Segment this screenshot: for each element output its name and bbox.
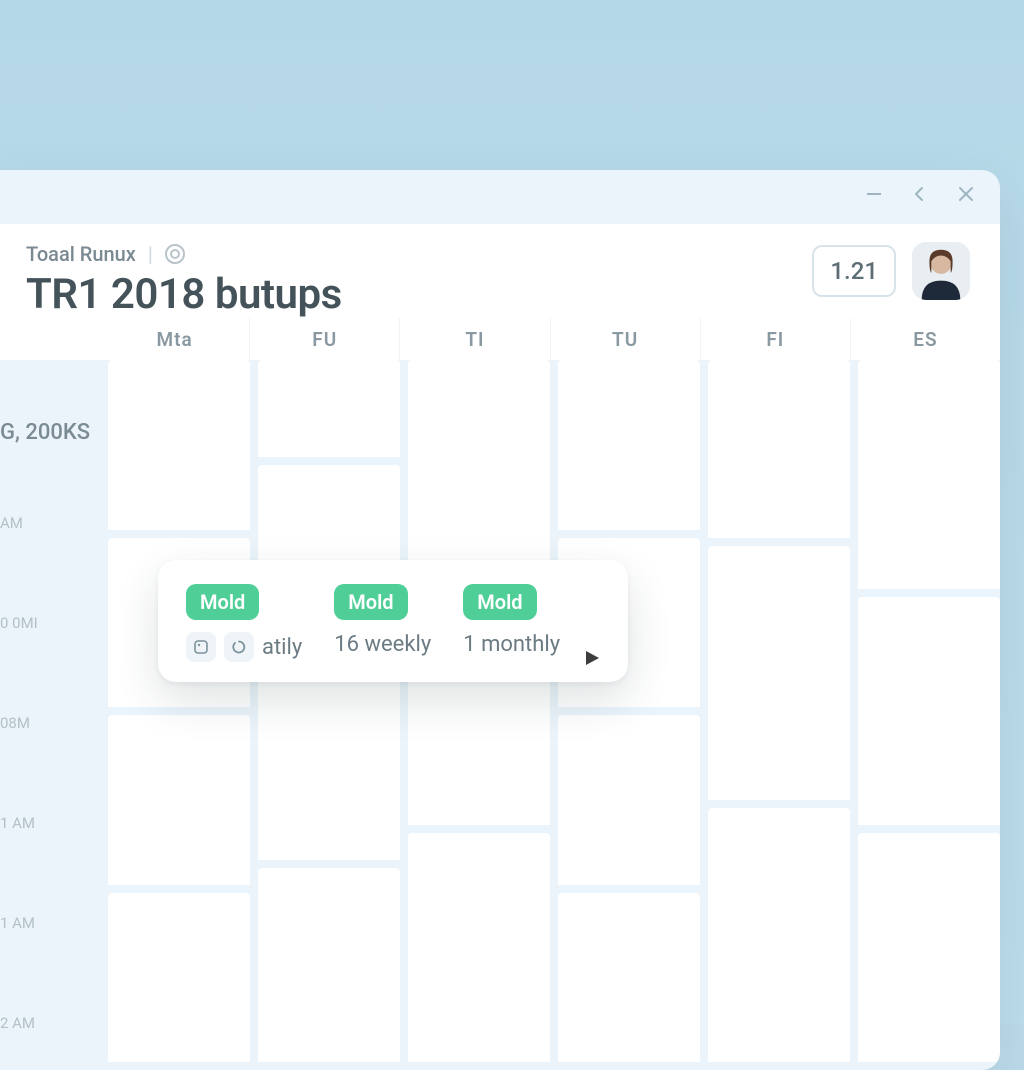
time-label: 08M [0, 710, 90, 810]
recurrence-popover: Mold atily Mold 16 weekly Mold 1 monthly [158, 560, 628, 682]
grid-cell[interactable] [858, 833, 1000, 1070]
calendar-grid [100, 360, 1000, 1070]
day-header[interactable]: TU [550, 318, 700, 360]
recurrence-option-daily[interactable]: Mold atily [186, 584, 302, 662]
time-label: AM [0, 510, 90, 610]
grid-cell[interactable] [858, 360, 1000, 597]
header: Toaal Runux | TR1 2018 butups 1.21 Mta F… [0, 224, 1000, 360]
grid-cell[interactable] [258, 868, 400, 1070]
breadcrumb-separator: | [148, 242, 153, 266]
option-tag: Mold [334, 584, 407, 620]
breadcrumb-root[interactable]: Toaal Runux [26, 242, 136, 266]
day-header[interactable]: FU [249, 318, 399, 360]
header-actions: 1.21 [812, 242, 970, 300]
share-button[interactable] [910, 184, 930, 204]
grid-cell[interactable] [108, 715, 250, 893]
day-header[interactable]: TI [399, 318, 549, 360]
option-tag: Mold [463, 584, 536, 620]
time-gutter: G, 200KS AM 0 0MI 08M 1 AM 1 AM 2 AM [0, 360, 100, 1070]
grid-column [100, 360, 250, 1070]
grid-cell[interactable] [408, 833, 550, 1070]
grid-cell[interactable] [258, 667, 400, 869]
option-line: atily [186, 632, 302, 662]
day-header[interactable]: ES [850, 318, 1000, 360]
play-button[interactable] [582, 648, 602, 668]
grid-cell[interactable] [558, 360, 700, 538]
refresh-icon[interactable] [224, 632, 254, 662]
option-line: 16 weekly [334, 632, 431, 657]
option-text: atily [262, 635, 302, 660]
close-button[interactable] [956, 184, 976, 204]
day-header-row: Mta FU TI TU FI ES [0, 318, 1000, 360]
time-labels: AM 0 0MI 08M 1 AM 1 AM 2 AM [0, 510, 90, 1070]
grid-cell[interactable] [708, 808, 850, 1070]
time-label: 2 AM [0, 1010, 90, 1070]
grid-column [400, 360, 550, 1070]
time-label: 1 AM [0, 910, 90, 1010]
grid-cell[interactable] [558, 715, 700, 893]
grid-column [700, 360, 850, 1070]
option-text: 1 monthly [463, 632, 560, 657]
app-window: Toaal Runux | TR1 2018 butups 1.21 Mta F… [0, 170, 1000, 1070]
recurrence-option-weekly[interactable]: Mold 16 weekly [334, 584, 431, 662]
day-header[interactable]: Mta [100, 318, 249, 360]
option-tag: Mold [186, 584, 259, 620]
grid-cell[interactable] [858, 597, 1000, 834]
grid-cell[interactable] [708, 546, 850, 808]
category-label: G, 200KS [0, 420, 90, 445]
grid-column [250, 360, 400, 1070]
minimize-button[interactable] [864, 184, 884, 204]
grid-column [550, 360, 700, 1070]
avatar[interactable] [912, 242, 970, 300]
grid-column [850, 360, 1000, 1070]
square-icon[interactable] [186, 632, 216, 662]
option-line: 1 monthly [463, 632, 560, 657]
time-label: 1 AM [0, 810, 90, 910]
target-icon[interactable] [165, 244, 185, 264]
window-controls [864, 184, 976, 204]
day-header[interactable]: FI [700, 318, 850, 360]
time-label: 0 0MI [0, 610, 90, 710]
grid-cell[interactable] [558, 893, 700, 1070]
grid-cell[interactable] [258, 360, 400, 465]
grid-cell[interactable] [108, 360, 250, 538]
grid-cell[interactable] [708, 360, 850, 546]
recurrence-option-monthly[interactable]: Mold 1 monthly [463, 584, 560, 662]
version-badge[interactable]: 1.21 [812, 245, 896, 297]
grid-cell[interactable] [108, 893, 250, 1070]
option-text: 16 weekly [334, 632, 431, 657]
